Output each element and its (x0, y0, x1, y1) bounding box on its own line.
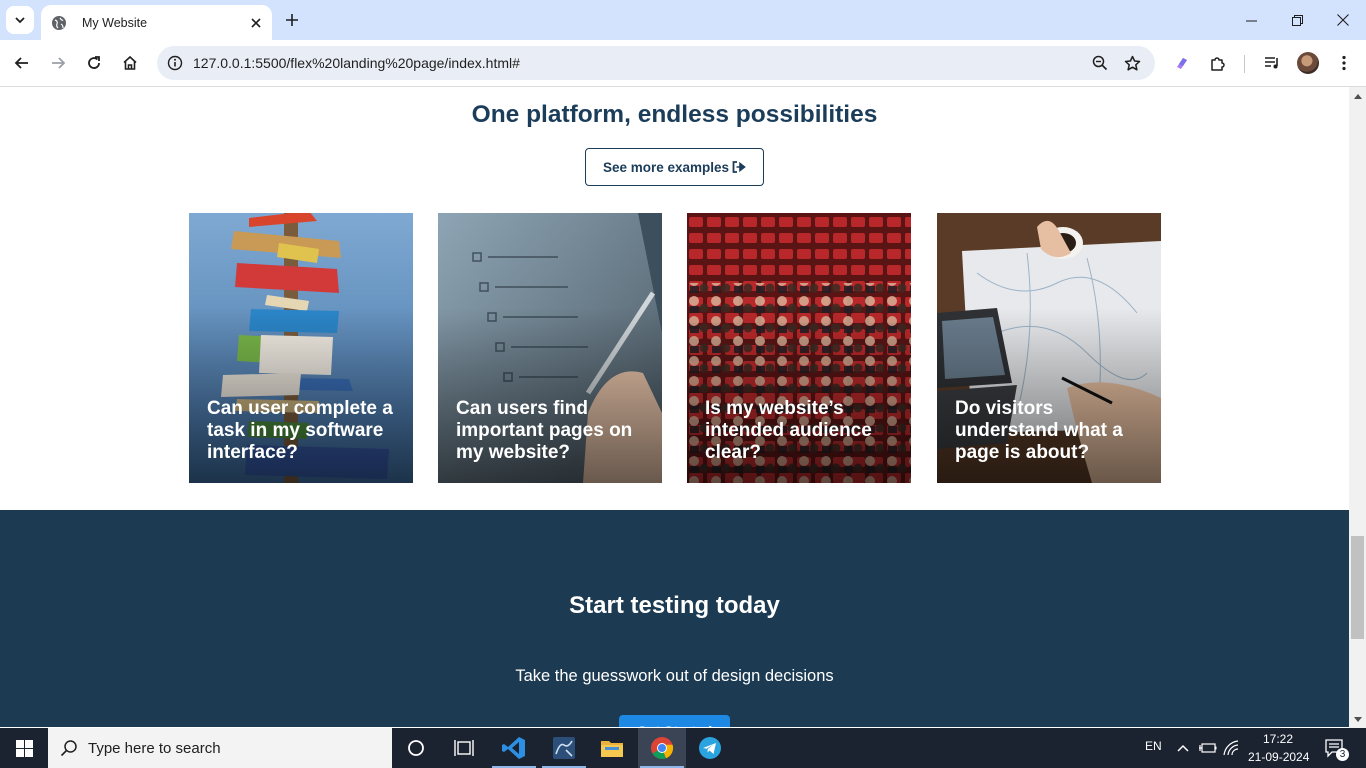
cta-subtitle: Take the guesswork out of design decisio… (515, 667, 834, 685)
start-button[interactable] (0, 728, 48, 768)
minimize-icon (1245, 20, 1257, 21)
telegram-icon (699, 737, 721, 759)
taskbar-chrome[interactable] (638, 728, 686, 768)
example-card[interactable]: Can users find important pages on my web… (438, 213, 662, 483)
browser-tab[interactable]: My Website (41, 5, 272, 40)
card-title: Is my website’s intended audience clear? (705, 398, 872, 463)
vscode-icon (502, 737, 525, 759)
media-controls-button[interactable] (1257, 48, 1287, 78)
plus-icon (286, 14, 298, 26)
see-more-label: See more examples (602, 159, 730, 175)
triangle-down-icon (1353, 716, 1362, 722)
more-vertical-icon (1342, 55, 1346, 71)
example-card[interactable]: Is my website’s intended audience clear? (687, 213, 911, 483)
tab-search-button[interactable] (6, 6, 34, 34)
cta-title: Start testing today (569, 592, 780, 619)
see-more-examples-button[interactable]: See more examples (585, 148, 764, 186)
extensions-button[interactable] (1203, 48, 1233, 78)
new-tab-button[interactable] (281, 9, 303, 31)
section-headline: One platform, endless possibilities (471, 101, 878, 128)
scroll-up-button[interactable] (1349, 87, 1366, 104)
battery-status[interactable] (1198, 738, 1218, 758)
windows-logo-icon (15, 739, 33, 757)
example-card[interactable]: Can user complete a task in my software … (189, 213, 413, 483)
tab-title: My Website (82, 15, 148, 30)
taskbar-search-placeholder: Type here to search (88, 739, 221, 757)
globe-icon (51, 15, 67, 31)
browser-toolbar: 127.0.0.1:5500/flex%20landing%20page/ind… (0, 40, 1366, 87)
taskbar-search-box[interactable]: Type here to search (48, 728, 392, 768)
restore-button[interactable] (1274, 0, 1320, 40)
chevron-down-icon (15, 17, 25, 24)
page-viewport: One platform, endless possibilities See … (0, 87, 1349, 727)
hero-illustration-fragment (272, 87, 432, 99)
toolbar-separator (1244, 55, 1245, 73)
example-card[interactable]: Do visitors understand what a page is ab… (937, 213, 1161, 483)
chevron-up-icon (1177, 744, 1189, 752)
clock-time[interactable]: 17:22 (1263, 732, 1293, 746)
network-status[interactable] (1222, 738, 1242, 758)
bookmark-star-icon[interactable] (1121, 52, 1143, 74)
taskbar-file-explorer[interactable] (588, 728, 636, 768)
wifi-icon (1223, 740, 1239, 756)
chrome-menu-button[interactable] (1329, 48, 1359, 78)
reload-button[interactable] (79, 48, 109, 78)
sign-out-icon (732, 161, 746, 173)
taskbar-mysql-workbench[interactable] (540, 728, 588, 768)
task-view-button[interactable] (440, 728, 488, 768)
forward-button[interactable] (43, 48, 73, 78)
restore-icon (1291, 14, 1303, 26)
language-indicator[interactable]: EN (1145, 739, 1162, 753)
puzzle-icon (1211, 57, 1225, 71)
cortana-button[interactable] (392, 728, 440, 768)
get-started-button[interactable]: Get Started (619, 715, 730, 727)
address-bar[interactable]: 127.0.0.1:5500/flex%20landing%20page/ind… (157, 46, 1155, 80)
battery-plug-icon (1199, 743, 1217, 753)
cortana-circle-icon (408, 740, 424, 756)
chrome-icon (651, 737, 674, 760)
cta-section: Start testing today Take the guesswork o… (0, 510, 1349, 727)
taskbar-telegram[interactable] (686, 728, 734, 768)
playlist-icon (1265, 57, 1278, 69)
arrow-right-icon (52, 57, 66, 69)
task-view-icon (454, 740, 474, 756)
card-title: Do visitors understand what a page is ab… (955, 398, 1123, 463)
close-window-button[interactable] (1320, 0, 1366, 40)
reload-icon (88, 56, 100, 69)
home-icon (123, 55, 137, 70)
clock-date[interactable]: 21-09-2024 (1248, 750, 1309, 764)
notification-badge: 3 (1336, 748, 1349, 761)
page-scrollbar[interactable] (1349, 87, 1366, 728)
card-title: Can user complete a task in my software … (207, 398, 393, 463)
url-text[interactable]: 127.0.0.1:5500/flex%20landing%20page/ind… (193, 55, 520, 71)
folder-icon (601, 741, 623, 757)
search-icon (60, 740, 77, 757)
gemini-extension-icon (1177, 58, 1187, 69)
site-info-icon[interactable] (163, 51, 187, 75)
browser-tab-strip: My Website (0, 0, 1366, 40)
scroll-down-button[interactable] (1349, 711, 1366, 728)
minimize-button[interactable] (1228, 0, 1274, 40)
profile-button[interactable] (1293, 48, 1323, 78)
triangle-up-icon (1353, 93, 1362, 99)
mysql-workbench-icon (553, 737, 575, 759)
close-icon (1337, 14, 1349, 26)
close-tab-icon[interactable] (246, 13, 266, 33)
taskbar-vscode[interactable] (490, 728, 538, 768)
home-button[interactable] (115, 48, 145, 78)
zoom-out-icon[interactable] (1089, 52, 1111, 74)
windows-taskbar: Type here to search EN 17:22 21-09-2024 … (0, 728, 1366, 768)
ai-extension-button[interactable] (1167, 48, 1197, 78)
avatar (1297, 52, 1319, 74)
card-title: Can users find important pages on my web… (456, 398, 633, 463)
back-button[interactable] (7, 48, 37, 78)
arrow-left-icon (14, 57, 28, 69)
example-cards: Can user complete a task in my software … (189, 213, 1161, 483)
show-hidden-icons[interactable] (1173, 738, 1193, 758)
scrollbar-thumb[interactable] (1351, 536, 1364, 639)
